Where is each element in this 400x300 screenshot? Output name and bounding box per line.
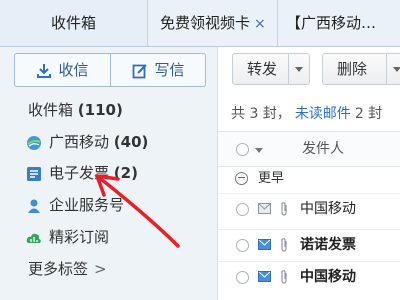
attachment-icon (281, 202, 287, 216)
sidebar-item-label: 广西移动 (40) (49, 133, 149, 151)
attachment-icon (281, 238, 287, 252)
compose-icon (133, 64, 148, 79)
unread-envelope-icon (258, 271, 271, 282)
sidebar-item-inbox[interactable]: 收件箱 (110) (0, 96, 217, 124)
tab-close-icon[interactable]: × (254, 16, 266, 32)
forward-button[interactable]: 转发 (232, 53, 310, 85)
chevron-down-icon[interactable] (288, 54, 309, 84)
unread-count: (40) (113, 133, 149, 151)
download-icon (37, 64, 52, 78)
tab-bar: 收件箱 免费领视频卡 × 【广西移动… (0, 0, 400, 47)
toolbar: 转发 删除 (218, 47, 400, 91)
enterprise-user-icon (28, 199, 40, 213)
unread-envelope-icon (258, 239, 271, 250)
sidebar-item-label: 收件箱 (110) (28, 101, 123, 119)
sidebar-item-enterprise-service[interactable]: 企业服务号 (0, 191, 217, 219)
delete-label: 删除 (336, 60, 367, 78)
china-mobile-logo-icon (27, 136, 41, 150)
tab-guangxi-mobile-label: 【广西移动… (286, 14, 377, 32)
row-checkbox[interactable] (236, 203, 249, 216)
list-header: 发件人 (218, 131, 400, 167)
select-all-checkbox[interactable] (236, 143, 249, 156)
table-row[interactable]: 诺诺发票 (218, 229, 400, 260)
unread-mail-link[interactable]: 未读邮件 (295, 106, 351, 122)
forward-label: 转发 (246, 60, 277, 78)
table-row[interactable]: 中国移动 (218, 193, 400, 224)
date-group-earlier[interactable]: − 更早 (218, 166, 400, 192)
summary-prefix: 共 3 封， (231, 106, 291, 122)
sidebar-item-e-invoice[interactable]: 电子发票 (2) (0, 159, 217, 187)
row-checkbox[interactable] (236, 239, 249, 252)
collapse-icon[interactable]: − (235, 172, 248, 185)
sidebar-item-label: 更多标签 > (28, 260, 107, 278)
sidebar-item-label: 企业服务号 (49, 196, 125, 214)
mail-action-group: 收信 写信 (14, 53, 206, 87)
receive-button[interactable]: 收信 (15, 54, 111, 86)
sender-column-header[interactable]: 发件人 (302, 132, 344, 166)
sidebar-item-more-tags[interactable]: 更多标签 > (0, 255, 217, 283)
sender-name: 中国移动 (300, 269, 356, 285)
sidebar: 收信 写信 收件箱 (110) 广西移动 (40) 电子发票 (2) 企业服务号… (0, 47, 218, 300)
sidebar-item-guangxi-mobile[interactable]: 广西移动 (40) (0, 128, 217, 156)
list-summary: 共 3 封， 未读邮件 2 封 (231, 103, 382, 123)
tab-inbox[interactable]: 收件箱 (0, 0, 148, 46)
unread-count: (110) (77, 101, 123, 119)
summary-suffix: 2 封 (354, 106, 383, 122)
row-checkbox[interactable] (236, 271, 249, 284)
select-menu-chevron-icon[interactable] (255, 148, 263, 153)
sidebar-item-label: 电子发票 (2) (49, 164, 138, 182)
sender-name: 诺诺发票 (300, 237, 356, 253)
compose-button[interactable]: 写信 (111, 54, 206, 86)
compose-label: 写信 (154, 61, 185, 79)
table-row[interactable]: 中国移动 (218, 261, 400, 292)
sidebar-item-subscriptions[interactable]: 精彩订阅 (0, 223, 217, 251)
chevron-down-icon[interactable] (386, 54, 400, 84)
tab-free-video-card[interactable]: 免费领视频卡 × (148, 0, 278, 46)
sidebar-item-label: 精彩订阅 (49, 228, 110, 246)
unread-count: (2) (113, 164, 138, 182)
invoice-icon (27, 167, 41, 181)
date-group-label: 更早 (258, 171, 285, 186)
message-list-pane: 转发 删除 共 3 封， 未读邮件 2 封 发件人 − 更早 中国移动 诺诺发票… (218, 47, 400, 300)
tab-free-video-card-label: 免费领视频卡 (160, 14, 251, 32)
receive-label: 收信 (58, 61, 89, 79)
tab-inbox-label: 收件箱 (50, 14, 96, 32)
sender-name: 中国移动 (300, 201, 356, 217)
chevron-right-icon: > (94, 260, 107, 278)
read-envelope-icon (258, 203, 271, 214)
subscription-cloud-icon (26, 233, 41, 243)
tab-guangxi-mobile[interactable]: 【广西移动… (278, 0, 400, 46)
attachment-icon (281, 270, 287, 284)
delete-button[interactable]: 删除 (322, 53, 400, 85)
